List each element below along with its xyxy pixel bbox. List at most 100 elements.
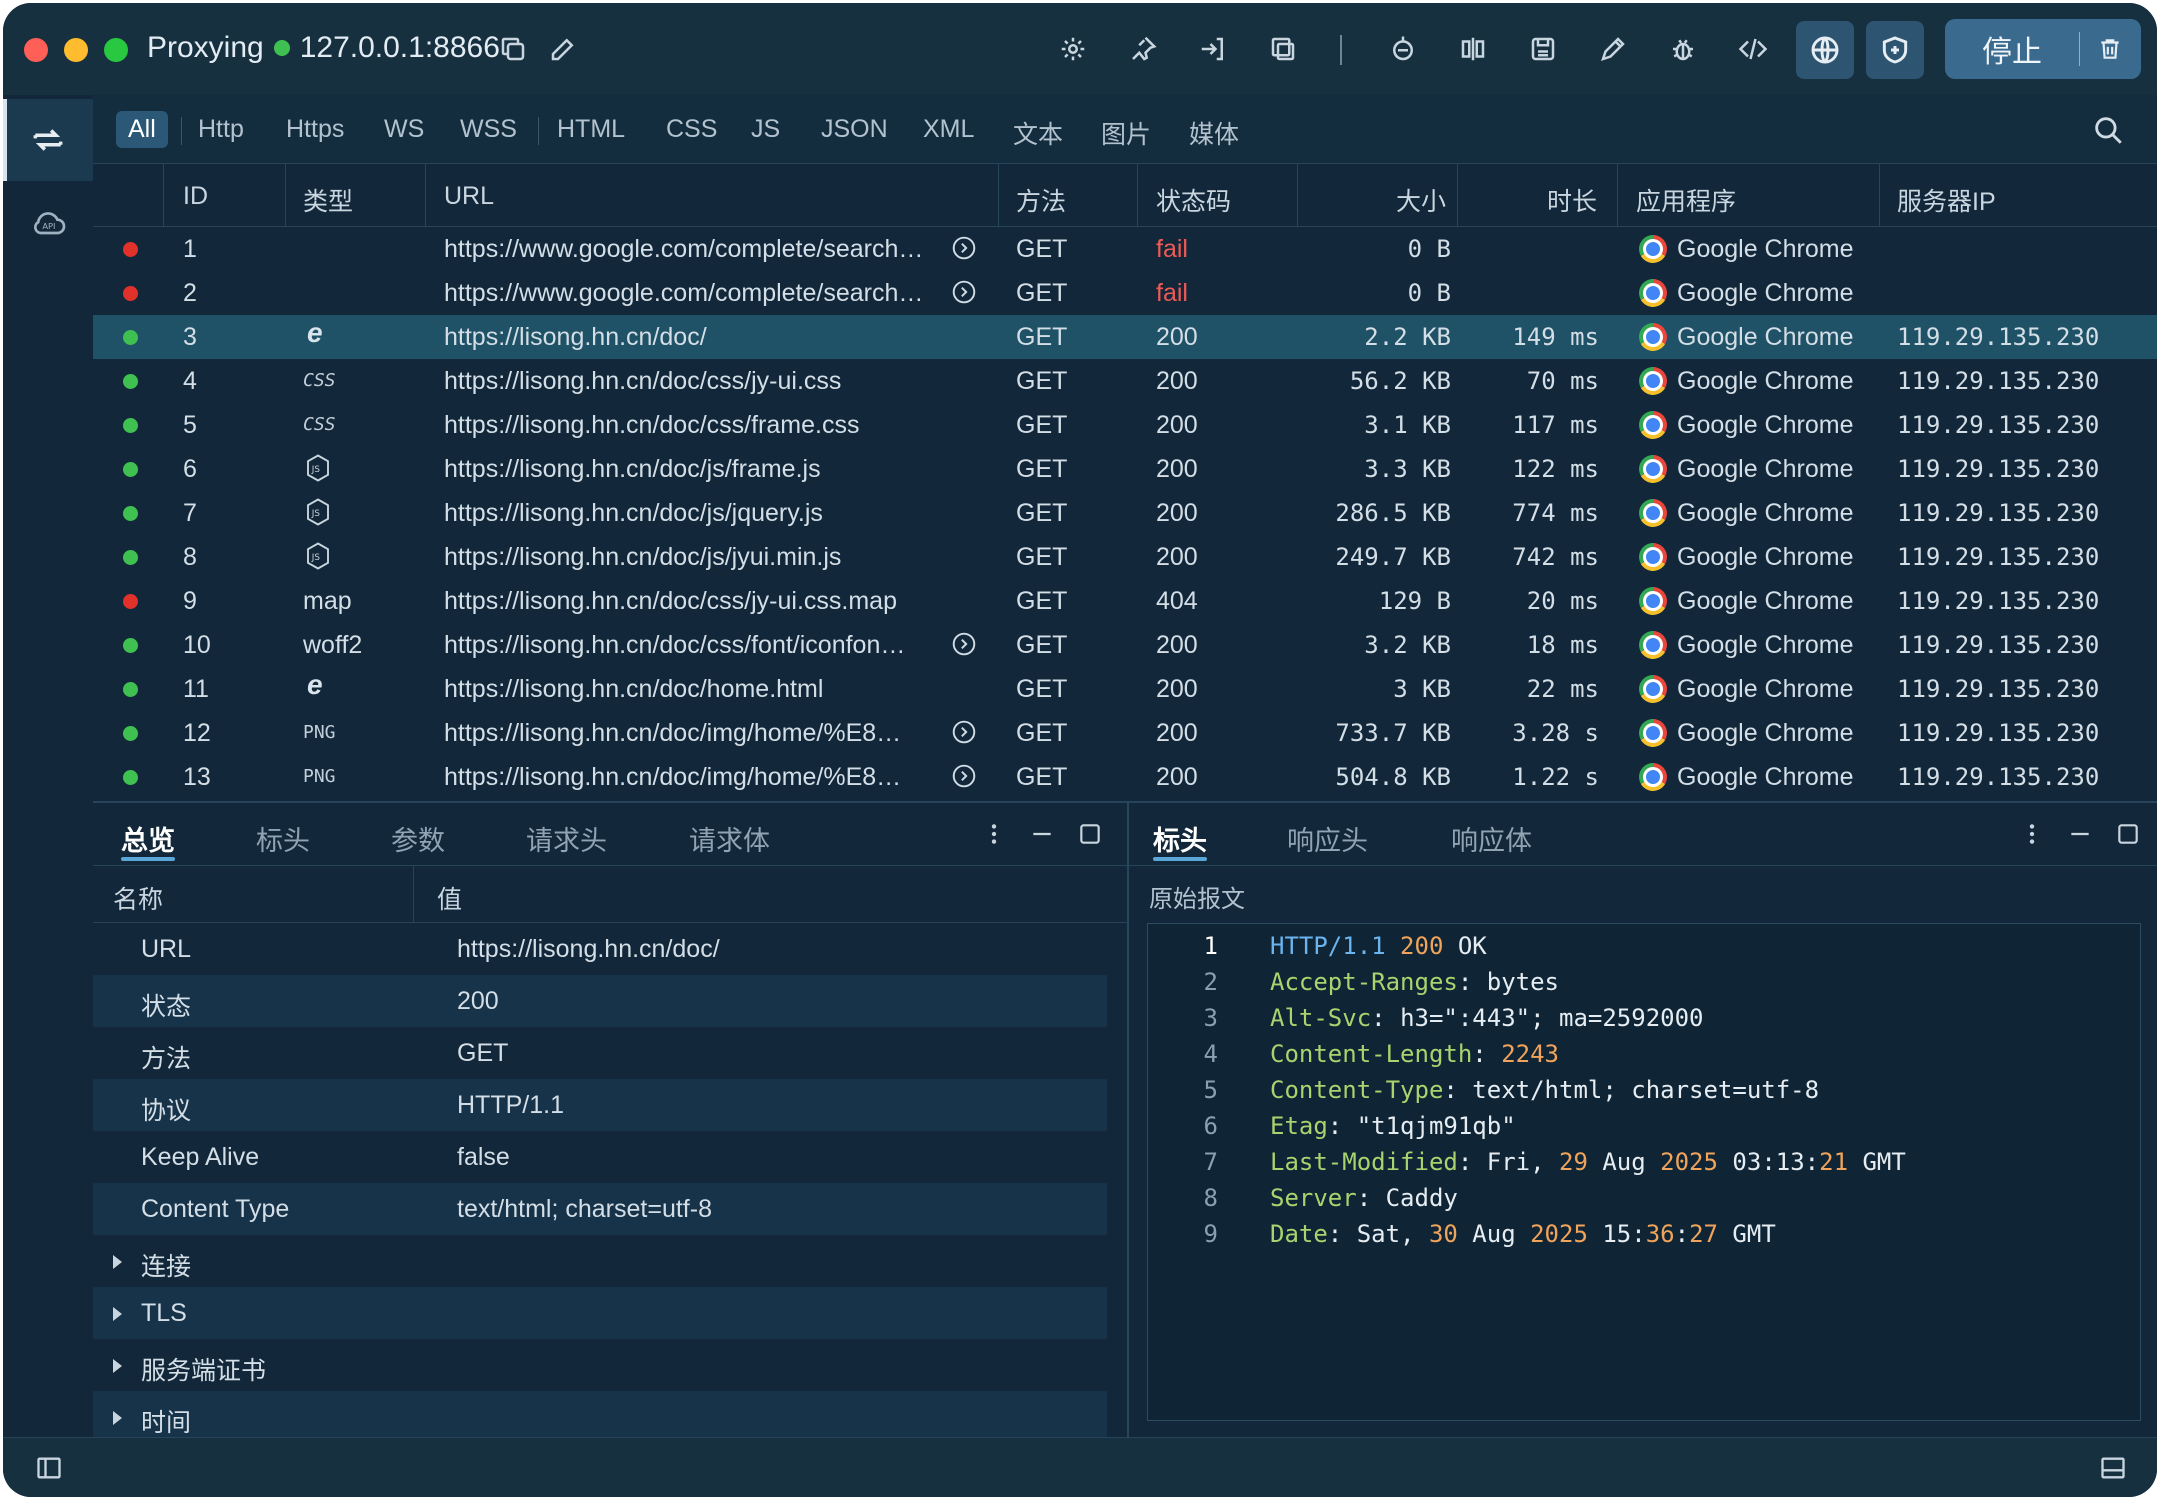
rail-item-traffic[interactable] <box>3 99 93 181</box>
open-url-arrow-icon[interactable] <box>951 279 977 305</box>
chrome-icon <box>1639 367 1667 395</box>
more-vertical-icon[interactable] <box>981 821 1007 847</box>
column-header-method[interactable]: 方法 <box>1016 182 1066 218</box>
filter-tab-json[interactable]: JSON <box>821 115 888 144</box>
tab-params[interactable]: 参数 <box>391 819 445 858</box>
nat-icon[interactable] <box>1383 29 1423 69</box>
pen-icon[interactable] <box>1593 29 1633 69</box>
open-url-arrow-icon[interactable] <box>951 719 977 745</box>
edit-address-icon[interactable] <box>543 29 583 69</box>
column-header-app[interactable]: 应用程序 <box>1636 182 1736 218</box>
table-row[interactable]: 12 PNG https://lisong.hn.cn/doc/img/home/%… <box>93 711 2157 755</box>
open-url-arrow-icon[interactable] <box>951 235 977 261</box>
table-row[interactable]: 11 e https://lisong.hn.cn/doc/home.html GET… <box>93 667 2157 711</box>
filter-tab-css[interactable]: CSS <box>666 115 717 144</box>
column-header-id[interactable]: ID <box>183 182 208 211</box>
maximize-panel-icon[interactable] <box>2115 821 2141 847</box>
overview-value[interactable]: text/html; charset=utf-8 <box>457 1195 712 1224</box>
filter-tab-https[interactable]: Https <box>286 115 344 144</box>
overview-value[interactable]: https://lisong.hn.cn/doc/ <box>457 935 720 964</box>
svg-text:API: API <box>42 221 55 231</box>
table-row[interactable]: 7 JS https://lisong.hn.cn/doc/js/jquery.js… <box>93 491 2157 535</box>
split-compare-icon[interactable] <box>1453 29 1493 69</box>
filter-tab-xml[interactable]: XML <box>923 115 974 144</box>
shield-button[interactable] <box>1866 21 1924 79</box>
tab-response-body[interactable]: 响应体 <box>1451 819 1532 858</box>
table-row[interactable]: 5 CSS https://lisong.hn.cn/doc/css/frame.c… <box>93 403 2157 447</box>
table-row[interactable]: 2 https://www.google.com/complete/search…… <box>93 271 2157 315</box>
header-separator: : <box>1457 1148 1487 1176</box>
maximize-panel-icon[interactable] <box>1077 821 1103 847</box>
filter-tab-text[interactable]: 文本 <box>1013 115 1063 151</box>
more-vertical-icon[interactable] <box>2019 821 2045 847</box>
column-header-server-ip[interactable]: 服务器IP <box>1897 182 1996 218</box>
table-row[interactable]: 13 PNG https://lisong.hn.cn/doc/img/home/%… <box>93 755 2157 799</box>
import-icon[interactable] <box>1193 29 1233 69</box>
pin-icon[interactable] <box>1123 29 1163 69</box>
overview-value[interactable]: GET <box>457 1039 508 1068</box>
minimize-panel-icon[interactable] <box>1029 821 1055 847</box>
collapsible-section[interactable]: TLS <box>93 1287 1107 1339</box>
minimize-window-button[interactable] <box>64 38 88 62</box>
clear-trash-icon[interactable] <box>2080 36 2140 62</box>
table-row[interactable]: 6 JS https://lisong.hn.cn/doc/js/frame.js G… <box>93 447 2157 491</box>
raw-message-viewer[interactable]: 1 HTTP/1.1 200 OK 2 Accept-Ranges: bytes 3 Al… <box>1147 923 2141 1421</box>
maximize-window-button[interactable] <box>104 38 128 62</box>
filter-tab-js[interactable]: JS <box>751 115 780 144</box>
table-row[interactable]: 10 woff2 https://lisong.hn.cn/doc/css/font… <box>93 623 2157 667</box>
table-row[interactable]: 3 e https://lisong.hn.cn/doc/GET 200 2.2 KB 1… <box>93 315 2157 359</box>
cell-duration: 117 ms <box>1512 411 1599 439</box>
overview-value[interactable]: false <box>457 1143 510 1172</box>
cell-method: GET <box>1016 499 1068 527</box>
table-row[interactable]: 8 JS https://lisong.hn.cn/doc/js/jyui.min.… <box>93 535 2157 579</box>
filter-tab-image[interactable]: 图片 <box>1101 115 1151 151</box>
tab-request-headers[interactable]: 请求头 <box>526 819 607 858</box>
status-dot <box>123 374 138 389</box>
rail-item-api[interactable]: API <box>29 203 69 248</box>
overview-value[interactable]: HTTP/1.1 <box>457 1091 564 1120</box>
table-row[interactable]: 1 https://www.google.com/complete/search…… <box>93 227 2157 271</box>
table-row[interactable]: 4 CSS https://lisong.hn.cn/doc/css/jy-ui.c… <box>93 359 2157 403</box>
filter-tab-media[interactable]: 媒体 <box>1189 115 1239 151</box>
toggle-sidebar-icon[interactable] <box>35 1454 63 1482</box>
status-bar <box>3 1437 2157 1497</box>
open-url-arrow-icon[interactable] <box>951 763 977 789</box>
globe-proxy-button[interactable] <box>1796 21 1854 79</box>
column-header-type[interactable]: 类型 <box>303 182 353 218</box>
settings-gear-icon[interactable] <box>1053 29 1093 69</box>
filter-tab-html[interactable]: HTML <box>557 115 625 144</box>
stop-button[interactable]: 停止 <box>1945 27 2079 71</box>
filter-tab-all[interactable]: All <box>116 111 168 148</box>
filter-tab-http[interactable]: Http <box>198 115 244 144</box>
tab-request-body[interactable]: 请求体 <box>689 819 770 858</box>
column-header-status[interactable]: 状态码 <box>1156 182 1231 218</box>
save-disk-icon[interactable] <box>1523 29 1563 69</box>
overview-value[interactable]: 200 <box>457 987 499 1016</box>
collapsible-section[interactable]: 服务端证书 <box>93 1339 1107 1391</box>
sync-arrows-icon <box>33 129 63 151</box>
tab-headers[interactable]: 标头 <box>256 819 310 858</box>
filter-tab-ws[interactable]: WS <box>384 115 424 144</box>
copy-address-icon[interactable] <box>493 29 533 69</box>
column-header-size[interactable]: 大小 <box>1358 182 1446 218</box>
open-url-arrow-icon[interactable] <box>951 631 977 657</box>
minimize-panel-icon[interactable] <box>2067 821 2093 847</box>
toggle-bottom-panel-icon[interactable] <box>2099 1454 2127 1482</box>
tab-overview[interactable]: 总览 <box>121 819 175 858</box>
close-window-button[interactable] <box>24 38 48 62</box>
table-row[interactable]: 9 map https://lisong.hn.cn/doc/css/jy-ui.c… <box>93 579 2157 623</box>
column-header-url[interactable]: URL <box>444 182 494 211</box>
debug-bug-icon[interactable] <box>1663 29 1703 69</box>
svg-text:JS: JS <box>311 465 321 475</box>
column-header-duration[interactable]: 时长 <box>1517 182 1597 218</box>
window-copy-icon[interactable] <box>1263 29 1303 69</box>
filter-tab-wss[interactable]: WSS <box>460 115 517 144</box>
collapsible-section[interactable]: 时间 <box>93 1391 1107 1443</box>
cell-url: https://lisong.hn.cn/doc/css/jy-ui.css <box>444 367 842 395</box>
code-text: Date: Sat, 30 Aug 2025 15:36:27 GMT <box>1270 1220 1776 1248</box>
tab-response-headers-raw[interactable]: 标头 <box>1153 819 1207 858</box>
collapsible-section[interactable]: 连接 <box>93 1235 1107 1287</box>
search-icon[interactable] <box>2091 113 2125 147</box>
tab-response-headers[interactable]: 响应头 <box>1287 819 1368 858</box>
code-icon[interactable] <box>1733 29 1773 69</box>
